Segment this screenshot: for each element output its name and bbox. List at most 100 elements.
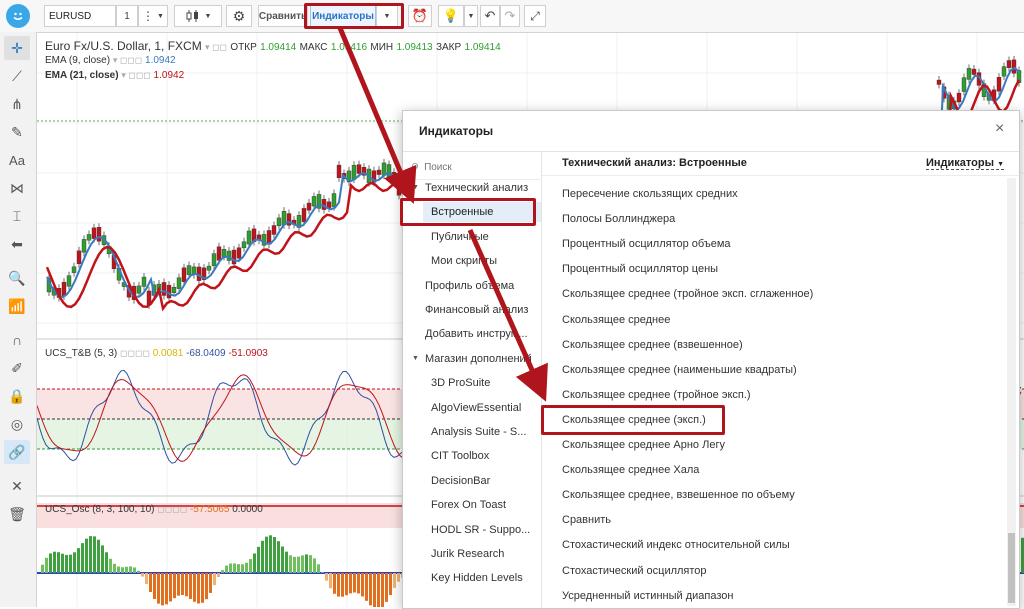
indicator-item[interactable]: Усредненный истинный диапазон xyxy=(562,590,733,602)
indicator-item[interactable]: Скользящее среднее Хала xyxy=(562,464,699,476)
trendline-tool[interactable]: ⟋ xyxy=(4,64,30,88)
remove-drawings-tool[interactable]: ✕ xyxy=(4,474,30,498)
ideas-button[interactable]: 💡 xyxy=(438,5,464,27)
candle xyxy=(957,93,961,102)
category-item[interactable]: Analysis Suite - S... xyxy=(431,426,526,438)
bars-pattern-tool[interactable]: 📶 xyxy=(4,294,30,318)
indicator-item[interactable]: Скользящее среднее (взвешенное) xyxy=(562,339,743,351)
fibonacci-tool[interactable]: ⋔ xyxy=(4,92,30,116)
category-item[interactable]: CIT Toolbox xyxy=(431,450,489,462)
indicator-item[interactable]: Скользящее среднее (наименьшие квадраты) xyxy=(562,364,797,376)
symbol-input[interactable]: EURUSD xyxy=(44,5,116,27)
low-label: МИН xyxy=(370,42,393,53)
indicator-item[interactable]: Процентный осциллятор объема xyxy=(562,238,731,250)
candle xyxy=(217,247,221,261)
sync-tool[interactable]: 🔗 xyxy=(4,440,30,464)
osc-bar xyxy=(153,573,156,599)
category-item[interactable]: Key Hidden Levels xyxy=(431,572,523,584)
category-label: CIT Toolbox xyxy=(431,450,489,462)
interval-button[interactable]: 1 xyxy=(116,5,138,27)
ideas-dropdown-button[interactable]: ▼ xyxy=(464,5,478,27)
text-tool[interactable]: Aa xyxy=(4,148,30,172)
indicator-item[interactable]: Процентный осциллятор цены xyxy=(562,263,718,275)
redo-button[interactable]: ↷ xyxy=(500,5,520,27)
close-value: 1.09414 xyxy=(465,42,501,53)
candle xyxy=(357,165,361,174)
indicator-item[interactable]: Пересечение скользящих средних xyxy=(562,188,738,200)
indicator-item[interactable]: Скользящее среднее, взвешенное по объему xyxy=(562,489,795,501)
category-item[interactable]: ▼Магазин дополнений xyxy=(425,353,532,365)
category-item[interactable]: Публичные xyxy=(431,231,489,243)
osc-bar xyxy=(77,548,80,573)
osc-bar xyxy=(137,571,140,573)
indicator-item[interactable]: Полосы Боллинджера xyxy=(562,213,675,225)
indicator-item[interactable]: Скользящее среднее (тройное эксп. сглаже… xyxy=(562,288,813,300)
scrollbar-thumb[interactable] xyxy=(1008,533,1015,603)
indicator-item[interactable]: Стохастический индекс относительной силы xyxy=(562,539,790,551)
fullscreen-button[interactable]: ⤢ xyxy=(524,5,546,27)
candle xyxy=(997,77,1001,91)
compare-button[interactable]: Сравнить xyxy=(258,5,308,27)
candle xyxy=(232,250,236,264)
magnet-tool[interactable]: ∩ xyxy=(4,328,30,352)
osc-bar xyxy=(173,573,176,598)
category-item[interactable]: AlgoViewEssential xyxy=(431,402,521,414)
category-item[interactable]: Финансовый анализ xyxy=(425,304,528,316)
candle xyxy=(137,286,141,293)
osc-bar xyxy=(257,547,260,573)
crosshair-tool[interactable]: ✛ xyxy=(4,36,30,60)
category-item[interactable]: Forex On Toast xyxy=(431,499,506,511)
chart-style-button[interactable]: ▼ xyxy=(174,5,222,27)
candle xyxy=(222,249,226,256)
filter-dropdown-label: Индикаторы xyxy=(926,157,994,169)
measure-tool[interactable]: ⌶ xyxy=(4,204,30,228)
indicator-item[interactable]: Сравнить xyxy=(562,514,611,526)
magnet-icon: ∩ xyxy=(12,332,22,348)
category-item[interactable]: Добавить инструм... xyxy=(425,328,528,340)
search-field[interactable]: ⚲ xyxy=(403,155,540,180)
search-input[interactable] xyxy=(422,161,526,174)
brush-tool[interactable]: ✎ xyxy=(4,120,30,144)
indicator-item[interactable]: Скользящее среднее Арно Легу xyxy=(562,439,725,451)
candle xyxy=(207,266,211,270)
undo-button[interactable]: ↶ xyxy=(480,5,500,27)
dialog-close-button[interactable]: × xyxy=(995,120,1004,138)
indicator-item[interactable]: Стохастический осциллятор xyxy=(562,565,707,577)
logo-icon[interactable] xyxy=(6,4,30,28)
pattern-tool[interactable]: ⋈ xyxy=(4,176,30,200)
indicator-item[interactable]: Скользящее среднее xyxy=(562,314,670,326)
stay-drawing-tool[interactable]: ✐ xyxy=(4,356,30,380)
ucs-tb-value-1: 0.0081 xyxy=(153,348,184,359)
hide-tool[interactable]: ◎ xyxy=(4,412,30,436)
category-item[interactable]: 3D ProSuite xyxy=(431,377,490,389)
category-item[interactable]: Профиль объема xyxy=(425,280,514,292)
category-item[interactable]: ▼Технический анализ xyxy=(425,182,528,194)
lock-tool[interactable]: 🔒 xyxy=(4,384,30,408)
candle xyxy=(162,282,166,295)
osc-bar xyxy=(129,566,132,573)
zoom-tool[interactable]: 🔍 xyxy=(4,266,30,290)
arrow-tool[interactable]: ⬅ xyxy=(4,232,30,256)
alert-button[interactable]: ⏰ xyxy=(408,5,432,27)
builtin-highlight-box xyxy=(400,198,536,226)
osc-bar xyxy=(189,573,192,599)
category-item[interactable]: DecisionBar xyxy=(431,475,490,487)
category-item[interactable]: HODL SR - Suppo... xyxy=(431,524,530,536)
trendline-icon: ⟋ xyxy=(12,68,22,85)
trash-icon: 🗑 xyxy=(8,506,26,523)
trash-tool[interactable]: 🗑 xyxy=(4,502,30,526)
candle xyxy=(377,170,381,175)
settings-button[interactable]: ⚙ xyxy=(226,5,252,27)
filter-dropdown[interactable]: Индикаторы ▼ xyxy=(926,157,1004,170)
category-item[interactable]: Мои скрипты xyxy=(431,255,497,267)
osc-bar xyxy=(61,554,64,573)
zoom-icon: 🔍 xyxy=(8,270,25,287)
osc-bar xyxy=(349,573,352,593)
osc-bar xyxy=(193,573,196,602)
scrollbar-track[interactable] xyxy=(1007,178,1016,606)
category-item[interactable]: Jurik Research xyxy=(431,548,504,560)
more-intervals-button[interactable]: ⋮▼ xyxy=(138,5,168,27)
indicator-item[interactable]: Скользящее среднее (тройное эксп.) xyxy=(562,389,751,401)
drawing-toolbar: ✛ ⟋ ⋔ ✎ Aa ⋈ ⌶ ⬅ 🔍 📶 ∩ ✐ 🔒 ◎ 🔗 ✕ 🗑 xyxy=(0,32,37,607)
compare-label: Сравнить xyxy=(259,11,307,22)
